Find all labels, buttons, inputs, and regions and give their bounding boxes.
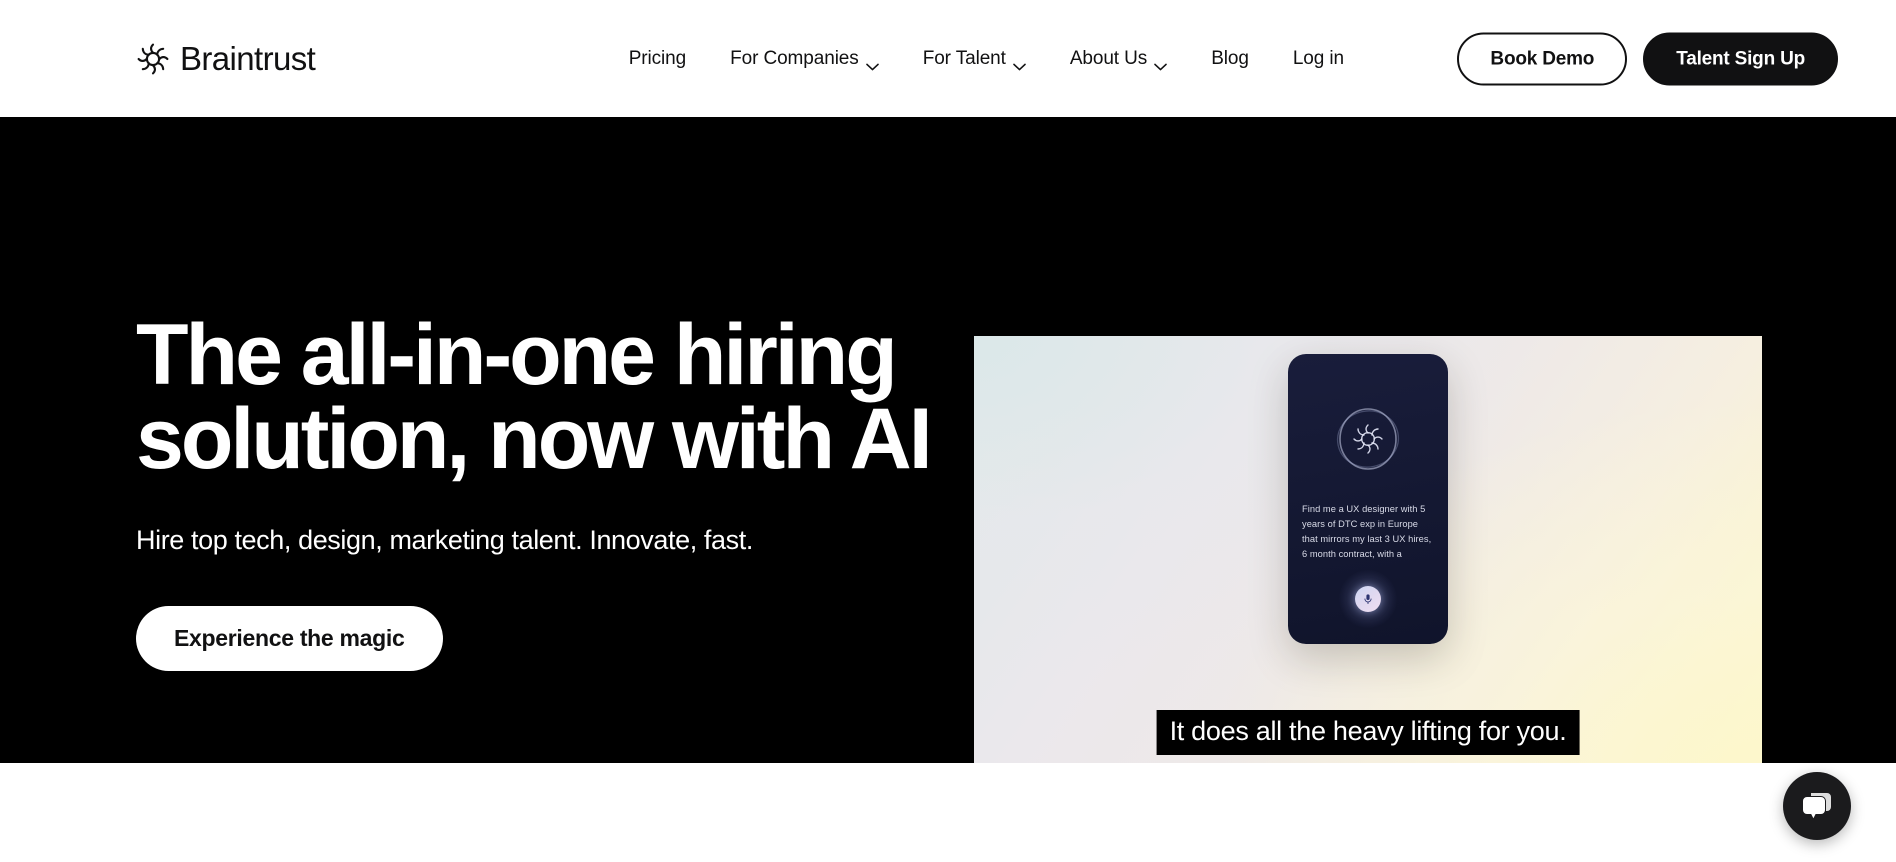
- hero-title: The all-in-one hiring solution, now with…: [136, 307, 956, 488]
- sun-gear-icon: [1329, 398, 1407, 480]
- experience-the-magic-button[interactable]: Experience the magic: [136, 605, 443, 671]
- nav-item-log-in[interactable]: Log in: [1271, 38, 1366, 80]
- site-header: Braintrust Pricing For Companies For Tal…: [0, 0, 1896, 117]
- nav-label: For Companies: [730, 47, 859, 69]
- chevron-down-icon: [1013, 55, 1026, 70]
- mic-button-halo: [1339, 570, 1397, 628]
- nav-item-blog[interactable]: Blog: [1189, 38, 1271, 80]
- hero-copy: The all-in-one hiring solution, now with…: [136, 307, 956, 671]
- nav-label: Pricing: [628, 47, 687, 69]
- phone-mockup: Find me a UX designer with 5 years of DT…: [1288, 354, 1448, 644]
- video-caption: It does all the heavy lifting for you.: [1156, 709, 1580, 755]
- microphone-icon[interactable]: [1355, 586, 1381, 612]
- chat-bubbles-icon: [1799, 790, 1835, 822]
- book-demo-button[interactable]: Book Demo: [1457, 32, 1628, 85]
- hero-section: The all-in-one hiring solution, now with…: [0, 117, 1896, 763]
- nav-item-pricing[interactable]: Pricing: [607, 38, 708, 80]
- nav-label: Log in: [1292, 47, 1344, 69]
- hero-inner: The all-in-one hiring solution, now with…: [0, 117, 1896, 763]
- nav-item-about-us[interactable]: About Us: [1048, 38, 1189, 80]
- chat-widget-button[interactable]: [1783, 772, 1851, 840]
- sun-gear-icon: [136, 42, 170, 76]
- hero-title-line-1: The all-in-one hiring: [136, 307, 898, 403]
- page-bottom-strip: [0, 763, 1896, 862]
- brand-name: Braintrust: [180, 40, 316, 77]
- nav-item-for-companies[interactable]: For Companies: [708, 38, 901, 80]
- phone-prompt-text: Find me a UX designer with 5 years of DT…: [1302, 504, 1432, 560]
- chevron-down-icon: [1154, 55, 1167, 70]
- nav-label: About Us: [1069, 47, 1148, 69]
- hero-video-panel[interactable]: Find me a UX designer with 5 years of DT…: [974, 336, 1762, 763]
- header-actions: Book Demo Talent Sign Up: [1457, 32, 1838, 85]
- nav-label: Blog: [1211, 47, 1249, 69]
- brand-logo[interactable]: Braintrust: [136, 40, 316, 77]
- chevron-down-icon: [865, 55, 879, 70]
- hero-title-line-2: solution, now with AI: [136, 391, 933, 488]
- talent-signup-button[interactable]: Talent Sign Up: [1643, 32, 1838, 85]
- nav-label: For Talent: [922, 47, 1006, 69]
- nav-item-for-talent[interactable]: For Talent: [901, 38, 1048, 80]
- hero-subtitle: Hire top tech, design, marketing talent.…: [136, 524, 753, 555]
